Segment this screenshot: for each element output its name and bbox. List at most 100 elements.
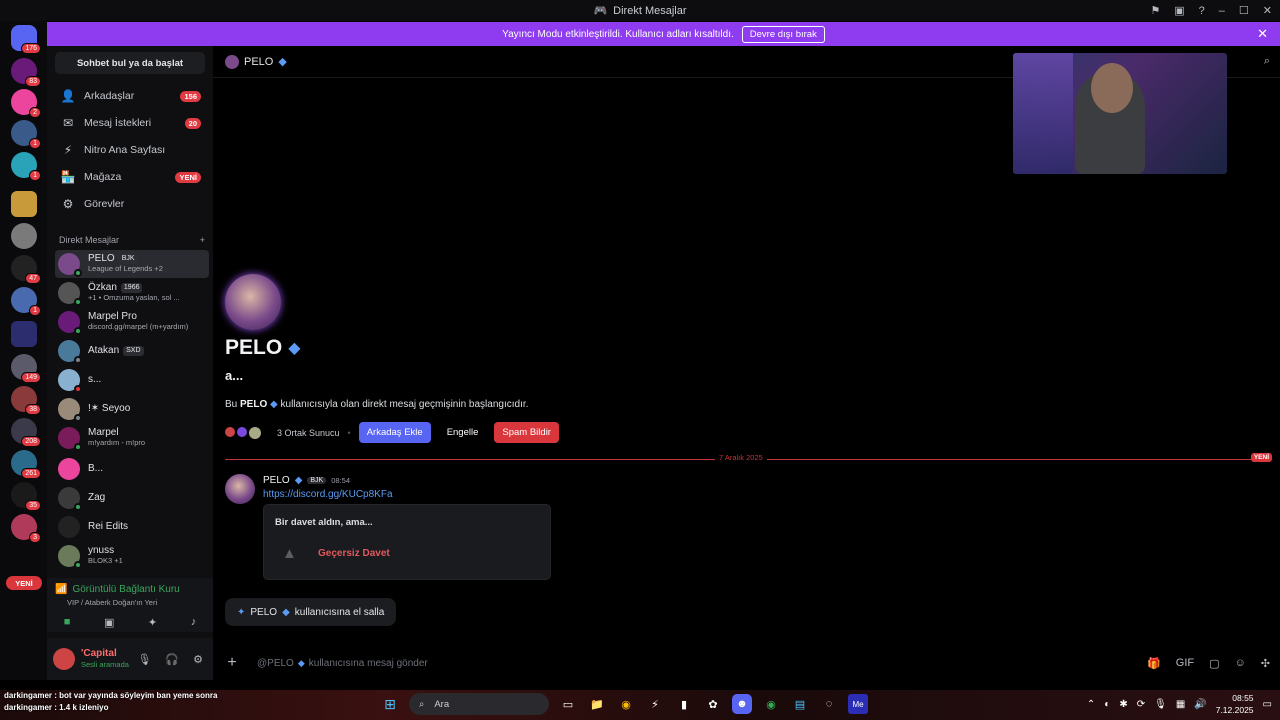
help-icon[interactable]: ? [1199,5,1205,17]
emoji-icon[interactable]: ☺ [1235,657,1246,670]
soundboard-icon[interactable]: ♪ [191,616,197,629]
server-icon[interactable]: 1 [11,152,41,181]
file-explorer-icon[interactable]: 📁 [587,694,607,714]
dm-item[interactable]: Marpel m!yardım - m!pro [55,424,209,452]
server-icon[interactable]: 47 [11,255,41,284]
taskbar-search[interactable]: ⌕ Ara [409,693,549,715]
invite-link[interactable]: https://discord.gg/KUCp8KFa [263,489,393,500]
dm-item[interactable]: Özkan 1966 +1 • Omzuma yaslan, sol ... [55,279,209,307]
server-icon[interactable]: 208 [11,418,41,447]
profile-avatar[interactable] [225,274,281,330]
clock-time: 08:55 [1232,693,1254,703]
network-icon[interactable]: ▦ [1176,699,1185,710]
app-icon[interactable]: ▮ [674,694,694,714]
signal-icon: 📶 [55,584,68,595]
tray-chevron-icon[interactable]: ⌃ [1087,699,1095,710]
tray-icon[interactable]: ◐ [1104,699,1110,710]
camera-icon[interactable]: ■ [64,616,71,629]
inbox-icon[interactable]: ▣ [1174,4,1184,17]
dm-item[interactable]: Zag [55,484,209,512]
report-spam-button[interactable]: Spam Bildir [494,422,559,443]
add-friend-button[interactable]: Arkadaş Ekle [358,422,431,443]
message-avatar[interactable] [225,474,255,504]
search-icon[interactable]: ⌕ [1264,55,1270,68]
wave-button[interactable]: ✦ PELO ◆ kullanıcısına el salla [225,598,397,626]
avatar [58,282,82,306]
divider-date: 7 Aralık 2025 [715,453,767,462]
dm-item[interactable]: Atakan SXD [55,337,209,365]
tray-icon[interactable]: ⟳ [1137,699,1145,710]
message-author[interactable]: PELO [263,475,290,486]
gift-icon[interactable]: 🎁 [1147,657,1161,670]
nav-nitro[interactable]: ⚡ Nitro Ana Sayfası [55,138,205,162]
new-servers-pill[interactable]: YENİ [6,576,42,590]
block-button[interactable]: Engelle [439,422,487,443]
chrome-icon[interactable]: ◉ [616,694,636,714]
dm-item[interactable]: B... [55,455,209,483]
app-icon[interactable]: ◌ [819,694,839,714]
home-discord-icon[interactable]: 176 [11,25,41,54]
chat-header-user[interactable]: PELO ◆ [225,54,287,69]
microphone-icon[interactable]: 🎙 [137,653,151,666]
close-window-icon[interactable]: ✕ [1263,4,1272,17]
server-icon[interactable]: 261 [11,450,41,479]
taskbar-clock[interactable]: 08:55 7.12.2025 [1216,692,1254,716]
dm-item[interactable]: Rei Edits [55,513,209,541]
nav-friends[interactable]: 👤 Arkadaşlar 156 [55,84,205,108]
message-composer[interactable]: + @PELO ◆ kullanıcısına mesaj gönder 🎁 G… [225,649,1270,677]
maximize-icon[interactable]: ☐ [1239,4,1249,17]
server-icon[interactable]: 149 [11,354,41,383]
app-icon[interactable]: ⚡ [645,694,665,714]
dm-item[interactable]: !✶ Seyoo [55,395,209,423]
server-icon[interactable] [11,223,37,249]
attach-plus-icon[interactable]: + [225,654,239,672]
app-icon[interactable]: Me [848,694,868,714]
server-icon[interactable]: 2 [11,89,41,118]
avatar[interactable] [53,648,75,670]
server-icon[interactable]: 3 [11,514,41,543]
find-conversation-button[interactable]: Sohbet bul ya da başlat [55,52,205,74]
server-folder-icon[interactable] [11,321,37,347]
activities-icon[interactable]: ✦ [148,616,157,629]
tray-icon[interactable]: ✱ [1119,699,1127,710]
server-icon[interactable] [11,191,37,217]
gif-icon[interactable]: GIF [1176,657,1194,670]
notifications-icon[interactable]: ▭ [1263,699,1272,710]
sticker-icon[interactable]: ▢ [1209,657,1219,670]
screen-share-icon[interactable]: ▣ [104,616,114,629]
window-title-wrap: 🎮 Direkt Mesajlar [593,4,686,18]
avatar [58,427,82,451]
discord-taskbar-icon[interactable]: ☻ [732,694,752,714]
server-icon[interactable]: 83 [11,58,41,87]
dm-item[interactable]: Marpel Pro discord.gg/marpel (m+yardım) [55,308,209,336]
nav-shop[interactable]: 🏪 Mağaza YENİ [55,165,205,189]
microphone-icon[interactable]: 🎙 [1154,699,1167,710]
server-icon[interactable]: 1 [11,120,41,149]
app-icon[interactable]: ✿ [703,694,723,714]
headphones-icon[interactable]: 🎧 [165,653,179,666]
nav-quests[interactable]: ⚙ Görevler [55,192,205,216]
banner-close-icon[interactable]: ✕ [1257,26,1268,42]
nav-label: Mağaza [84,171,122,183]
server-icon[interactable]: 38 [11,386,41,415]
notepad-icon[interactable]: ▤ [790,694,810,714]
disable-streamer-mode-button[interactable]: Devre dışı bırak [741,25,825,43]
nav-message-requests[interactable]: ✉ Mesaj İstekleri 20 [55,111,205,135]
dm-item[interactable]: PELO BJK League of Legends +2 [55,250,209,278]
minimize-icon[interactable]: – [1219,5,1225,17]
server-badge: 149 [21,372,41,383]
create-dm-icon[interactable]: + [200,235,205,245]
server-icon[interactable]: 35 [11,482,41,511]
mutual-servers-link[interactable]: 3 Ortak Sunucu [277,428,340,438]
task-view-icon[interactable]: ▭ [558,694,578,714]
server-icon[interactable]: 1 [11,287,41,316]
settings-gear-icon[interactable]: ⚙ [193,653,203,666]
windows-start-icon[interactable]: ⊞ [380,694,400,714]
voice-buttons: ■ ▣ ✦ ♪ [47,616,213,629]
dm-item[interactable]: s... [55,366,209,394]
chrome-icon[interactable]: ◉ [761,694,781,714]
inbox-flag-icon[interactable]: ⚑ [1150,4,1160,17]
apps-icon[interactable]: ✣ [1261,657,1270,670]
volume-icon[interactable]: 🔊 [1194,699,1206,710]
dm-item[interactable]: ynuss BLOK3 +1 [55,542,209,570]
